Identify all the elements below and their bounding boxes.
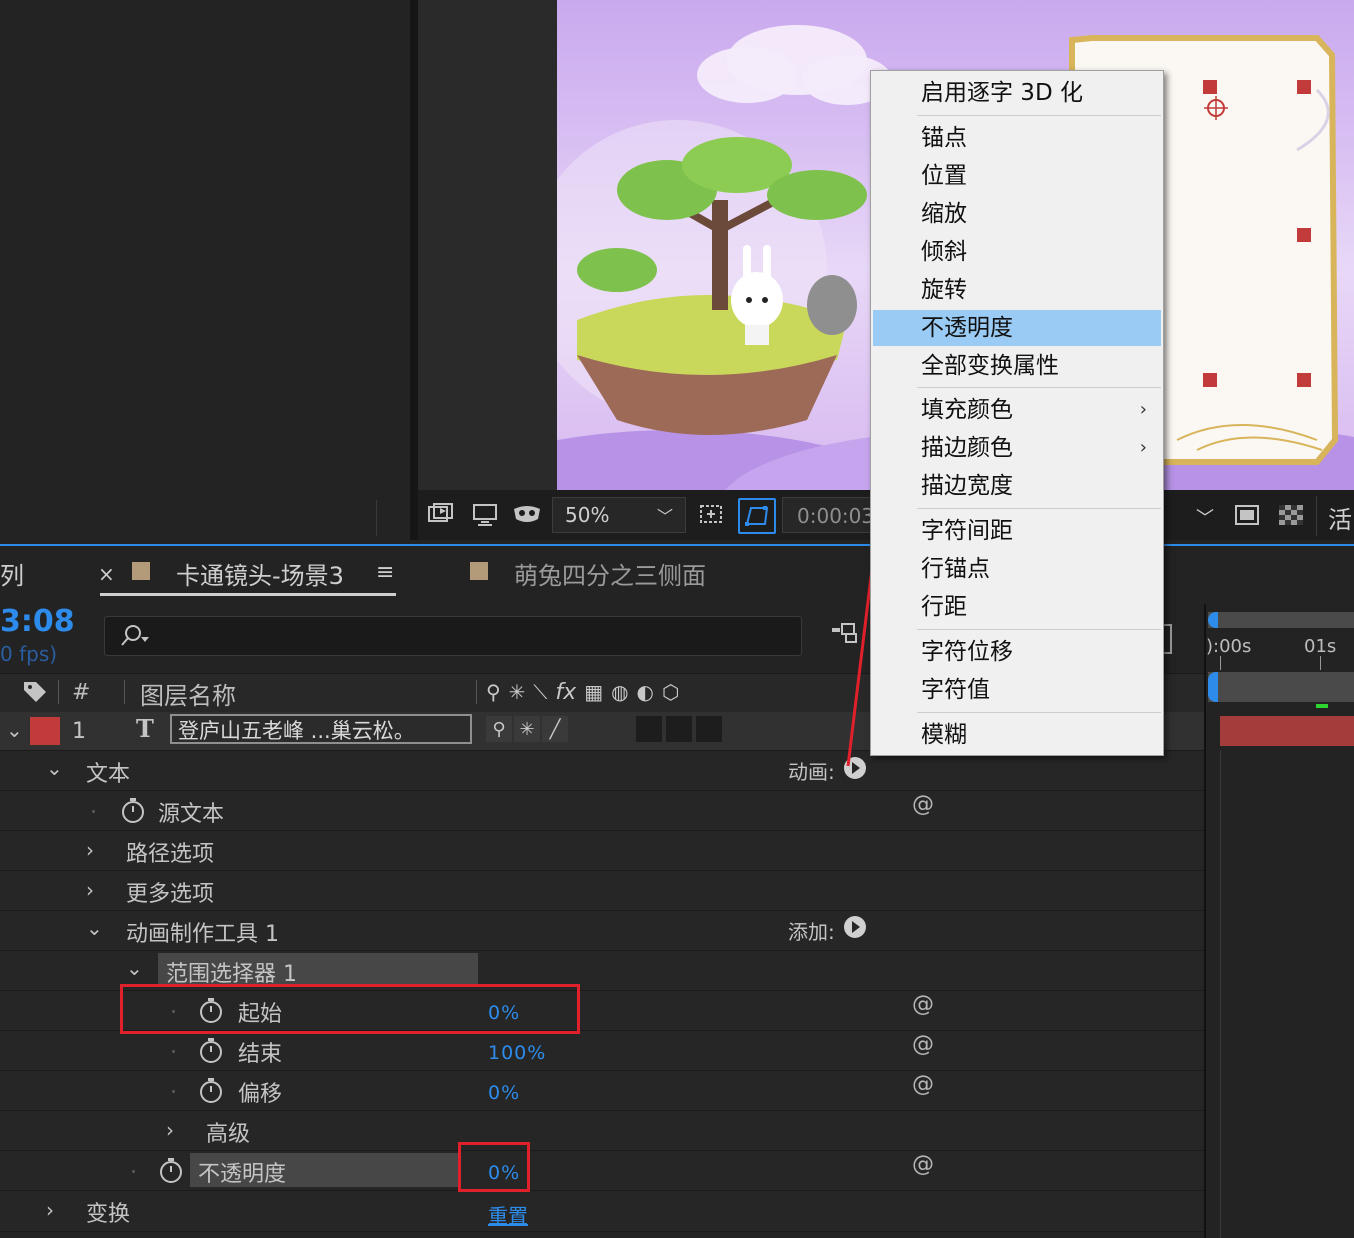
menu-item-position[interactable]: 位置 [873, 158, 1161, 194]
menu-item-scale[interactable]: 缩放 [873, 196, 1161, 232]
menu-item-tracking[interactable]: 字符间距 [873, 513, 1161, 549]
menu-item-stroke-color[interactable]: 描边颜色 › [873, 430, 1161, 466]
menu-item-label: 填充颜色 [921, 397, 1013, 423]
menu-separator [917, 712, 1161, 713]
menu-item-opacity[interactable]: 不透明度 [873, 310, 1161, 346]
animate-context-menu: 启用逐字 3D 化 锚点 位置 缩放 倾斜 旋转 不透明度 全部变换属性 填充颜… [870, 70, 1164, 756]
menu-item-anchor-point[interactable]: 锚点 [873, 120, 1161, 156]
menu-item-stroke-width[interactable]: 描边宽度 [873, 468, 1161, 504]
menu-item-rotation[interactable]: 旋转 [873, 272, 1161, 308]
menu-separator [917, 115, 1161, 116]
menu-separator [917, 508, 1161, 509]
menu-item-character-value[interactable]: 字符值 [873, 672, 1161, 708]
menu-item-blur[interactable]: 模糊 [873, 717, 1161, 753]
menu-item-line-spacing[interactable]: 行距 [873, 589, 1161, 625]
menu-item-skew[interactable]: 倾斜 [873, 234, 1161, 270]
submenu-arrow-icon: › [1139, 437, 1147, 458]
menu-separator [917, 387, 1161, 388]
menu-item-character-offset[interactable]: 字符位移 [873, 634, 1161, 670]
menu-item-label: 描边颜色 [921, 435, 1013, 461]
menu-item-line-anchor[interactable]: 行锚点 [873, 551, 1161, 587]
submenu-arrow-icon: › [1139, 399, 1147, 420]
menu-item-all-transform[interactable]: 全部变换属性 [873, 348, 1161, 384]
menu-item-fill-color[interactable]: 填充颜色 › [873, 392, 1161, 428]
menu-item-per-character-3d[interactable]: 启用逐字 3D 化 [873, 75, 1161, 111]
menu-separator [917, 629, 1161, 630]
